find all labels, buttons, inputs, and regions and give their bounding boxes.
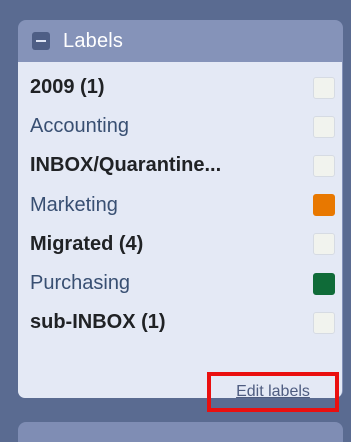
label-color-swatch[interactable] bbox=[313, 233, 335, 256]
label-color-swatch[interactable] bbox=[313, 194, 335, 217]
label-name: Accounting bbox=[30, 115, 129, 138]
labels-panel-title: Labels bbox=[63, 29, 124, 52]
label-item[interactable]: Purchasing bbox=[30, 264, 342, 303]
label-color-swatch[interactable] bbox=[313, 272, 335, 295]
label-name: Purchasing bbox=[30, 272, 131, 295]
labels-panel: Labels 2009 (1) Accounting INBOX/Quarantin… bbox=[18, 20, 343, 412]
label-item[interactable]: sub-INBOX (1) bbox=[30, 303, 342, 342]
label-item[interactable]: Migrated (4) bbox=[30, 225, 342, 264]
label-name: sub-INBOX (1) bbox=[30, 311, 166, 334]
label-color-swatch[interactable] bbox=[313, 76, 335, 99]
label-item[interactable]: Accounting bbox=[30, 107, 342, 146]
label-name: Marketing bbox=[30, 193, 118, 216]
label-color-swatch[interactable] bbox=[313, 154, 335, 177]
label-name: Migrated (4) bbox=[30, 232, 144, 255]
label-item[interactable]: Marketing bbox=[30, 186, 342, 225]
label-name: INBOX/Quarantine... bbox=[30, 154, 222, 177]
label-color-swatch[interactable] bbox=[313, 311, 335, 334]
edit-labels-link[interactable]: Edit labels bbox=[236, 383, 310, 401]
label-item[interactable]: INBOX/Quarantine... bbox=[30, 146, 342, 185]
label-name: 2009 (1) bbox=[30, 76, 105, 99]
labels-list: 2009 (1) Accounting INBOX/Quarantine... Mar… bbox=[18, 62, 342, 412]
labels-panel-header: Labels bbox=[18, 20, 343, 62]
label-color-swatch[interactable] bbox=[313, 115, 335, 138]
lower-panel bbox=[18, 422, 343, 442]
collapse-icon[interactable] bbox=[32, 32, 50, 50]
label-items: 2009 (1) Accounting INBOX/Quarantine... Mar… bbox=[30, 68, 342, 342]
label-item[interactable]: 2009 (1) bbox=[30, 68, 342, 107]
edit-labels-highlight: Edit labels bbox=[207, 372, 339, 412]
